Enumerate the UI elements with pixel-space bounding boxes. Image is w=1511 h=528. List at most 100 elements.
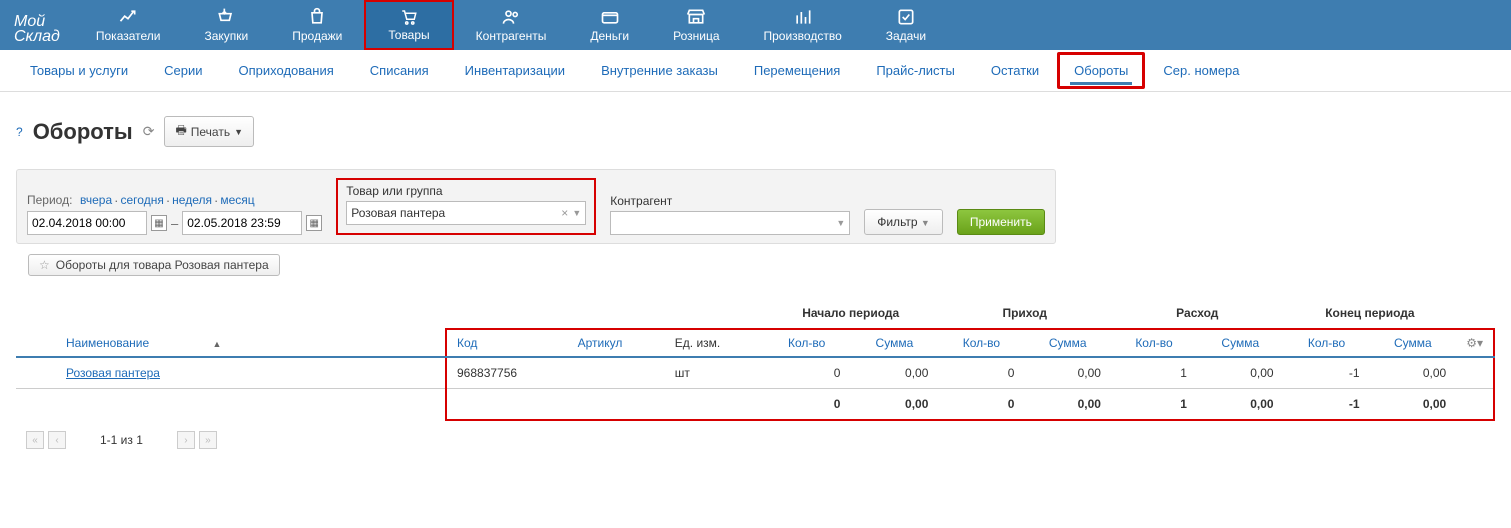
agent-filter-label: Контрагент [610,194,850,208]
help-icon[interactable]: ? [16,125,23,139]
chevron-down-icon[interactable]: ▼ [572,208,581,218]
col-end-sum[interactable]: Сумма [1370,329,1457,357]
nav-production[interactable]: Производство [742,0,864,50]
nav-money[interactable]: Деньги [568,0,651,50]
total-out-qty: 1 [1111,389,1197,421]
app-logo: Мой Склад [0,0,74,50]
subnav-writeoffs[interactable]: Списания [352,51,447,90]
col-start-qty[interactable]: Кол-во [763,329,850,357]
sort-asc-icon: ▲ [213,339,222,349]
logo-line2: Склад [14,29,60,44]
nav-sales[interactable]: Продажи [270,0,364,50]
subnav-turnover[interactable]: Обороты [1057,52,1145,89]
saved-filter-label: Обороты для товара Розовая пантера [56,258,269,272]
pager-last[interactable]: » [199,431,217,449]
row-unit: шт [665,357,763,389]
subnav-balances[interactable]: Остатки [973,51,1057,90]
period-week[interactable]: неделя [172,193,212,208]
subnav-internal-orders[interactable]: Внутренние заказы [583,51,736,90]
chart-icon [117,7,139,27]
chevron-down-icon[interactable]: ▼ [836,218,845,228]
total-in-qty: 0 [938,389,1024,421]
row-end-qty: -1 [1284,357,1370,389]
nav-label: Товары [388,28,429,42]
row-start-qty: 0 [763,357,850,389]
turnover-table: Начало периода Приход Расход Конец перио… [16,306,1495,421]
subnav-transfers[interactable]: Перемещения [736,51,858,90]
subnav-serials[interactable]: Сер. номера [1145,51,1257,90]
group-in: Приход [938,306,1111,329]
total-out-sum: 0,00 [1197,389,1284,421]
pager-first[interactable]: « [26,431,44,449]
col-name-label: Наименование [66,336,149,350]
row-name-link[interactable]: Розовая пантера [66,366,160,380]
total-end-sum: 0,00 [1370,389,1457,421]
row-article [568,357,665,389]
product-combo[interactable]: Розовая пантера × ▼ [346,201,586,225]
period-label: Период: [27,193,72,208]
col-settings[interactable]: ⚙▾ [1456,329,1494,357]
subnav-goods[interactable]: Товары и услуги [12,51,146,90]
refresh-icon[interactable]: ⟳ [143,123,155,140]
col-article[interactable]: Артикул [568,329,665,357]
nav-label: Продажи [292,29,342,43]
row-in-sum: 0,00 [1024,357,1111,389]
period-yesterday[interactable]: вчера [80,193,112,208]
product-combo-value: Розовая пантера [351,206,561,220]
col-start-sum[interactable]: Сумма [850,329,938,357]
table-row[interactable]: Розовая пантера 968837756 шт 0 0,00 0 0,… [16,357,1494,389]
apply-button[interactable]: Применить [957,209,1045,235]
filter-button[interactable]: Фильтр ▼ [864,209,943,235]
sub-navigation: Товары и услуги Серии Оприходования Спис… [0,50,1511,92]
print-button[interactable]: 🖶 Печать ▼ [164,116,254,147]
print-label: Печать [191,125,230,139]
period-month[interactable]: месяц [220,193,254,208]
gear-icon[interactable]: ⚙▾ [1466,336,1483,350]
nav-indicators[interactable]: Показатели [74,0,183,50]
row-code: 968837756 [446,357,568,389]
period-links-row: Период: вчера· сегодня· неделя· месяц [27,193,322,208]
nav-purchases[interactable]: Закупки [182,0,270,50]
date-from-input[interactable] [27,211,147,235]
page-title: Обороты [33,119,133,145]
row-out-qty: 1 [1111,357,1197,389]
pager-next[interactable]: › [177,431,195,449]
nav-counterparties[interactable]: Контрагенты [454,0,569,50]
subnav-pricelists[interactable]: Прайс-листы [858,51,973,90]
col-in-sum[interactable]: Сумма [1024,329,1111,357]
page-content: ? Обороты ⟳ 🖶 Печать ▼ Период: вчера· се… [0,92,1511,477]
total-start-qty: 0 [763,389,850,421]
col-in-qty[interactable]: Кол-во [938,329,1024,357]
title-row: ? Обороты ⟳ 🖶 Печать ▼ [16,116,1495,147]
col-unit: Ед. изм. [665,329,763,357]
col-name[interactable]: Наименование ▲ [16,329,446,357]
col-end-qty[interactable]: Кол-во [1284,329,1370,357]
product-filter-block: Товар или группа Розовая пантера × ▼ [336,178,596,235]
pager-prev[interactable]: ‹ [48,431,66,449]
chevron-down-icon: ▼ [234,127,243,137]
logo-line1: Мой [14,14,60,29]
wallet-icon [599,7,621,27]
period-today[interactable]: сегодня [121,193,164,208]
row-in-qty: 0 [938,357,1024,389]
saved-filter-chip[interactable]: ☆ Обороты для товара Розовая пантера [28,254,280,276]
col-out-sum[interactable]: Сумма [1197,329,1284,357]
col-code[interactable]: Код [446,329,568,357]
agent-combo[interactable]: ▼ [610,211,850,235]
nav-retail[interactable]: Розница [651,0,741,50]
nav-products[interactable]: Товары [364,0,453,50]
subnav-series[interactable]: Серии [146,51,220,90]
filter-button-label: Фильтр [877,215,917,229]
calendar-icon[interactable]: ▦ [306,215,322,231]
subnav-inventory[interactable]: Инвентаризации [447,51,583,90]
date-to-input[interactable] [182,211,302,235]
date-range: ▦ – ▦ [27,211,322,235]
filter-bar: Период: вчера· сегодня· неделя· месяц ▦ … [16,169,1056,244]
period-block: Период: вчера· сегодня· неделя· месяц ▦ … [27,193,322,235]
clear-icon[interactable]: × [561,206,568,220]
col-out-qty[interactable]: Кол-во [1111,329,1197,357]
calendar-icon[interactable]: ▦ [151,215,167,231]
subnav-receipts[interactable]: Оприходования [221,51,352,90]
printer-icon: 🖶 [175,121,186,142]
nav-tasks[interactable]: Задачи [864,0,948,50]
